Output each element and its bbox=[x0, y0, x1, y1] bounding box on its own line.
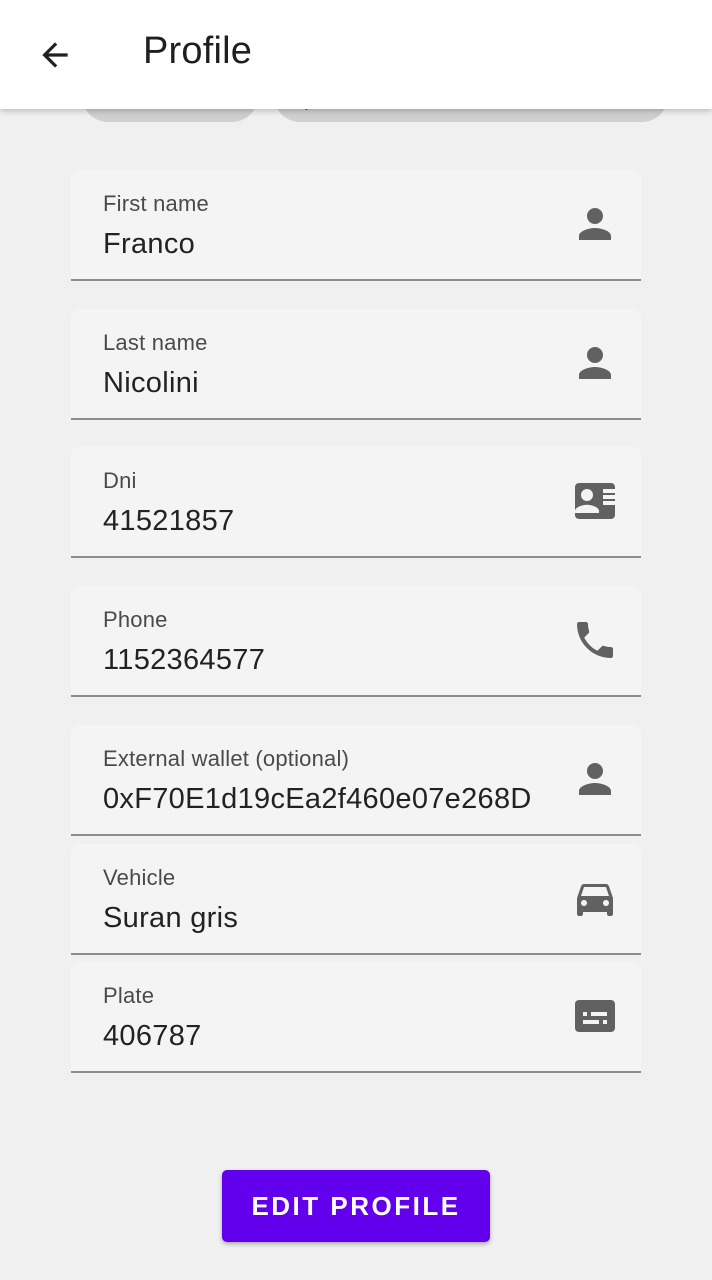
dni-value[interactable]: 41521857 bbox=[103, 505, 547, 538]
first-name-field[interactable]: First name Franco bbox=[71, 170, 641, 281]
person-icon bbox=[571, 339, 619, 387]
plate-label: Plate bbox=[103, 983, 155, 1008]
last-name-value[interactable]: Nicolini bbox=[103, 367, 547, 400]
last-name-field[interactable]: Last name Nicolini bbox=[71, 309, 641, 420]
back-button[interactable] bbox=[22, 22, 88, 88]
last-name-label: Last name bbox=[103, 330, 208, 355]
car-icon bbox=[571, 874, 619, 922]
dni-label: Dni bbox=[103, 468, 137, 493]
first-name-label: First name bbox=[103, 191, 209, 216]
page-title: Profile bbox=[143, 30, 253, 72]
vehicle-field[interactable]: Vehicle Suran gris bbox=[71, 844, 641, 955]
phone-field[interactable]: Phone 1152364577 bbox=[71, 586, 641, 697]
first-name-value[interactable]: Franco bbox=[103, 228, 547, 261]
phone-label: Phone bbox=[103, 607, 168, 632]
person-icon bbox=[571, 200, 619, 248]
plate-value[interactable]: 406787 bbox=[103, 1020, 547, 1053]
arrow-back-icon bbox=[42, 42, 68, 68]
app-bar: Profile bbox=[0, 0, 712, 109]
vehicle-label: Vehicle bbox=[103, 865, 176, 890]
dni-field[interactable]: Dni 41521857 bbox=[71, 447, 641, 558]
external-wallet-label: External wallet (optional) bbox=[103, 746, 350, 771]
plate-card-icon bbox=[571, 992, 619, 1040]
person-icon bbox=[571, 755, 619, 803]
id-card-icon bbox=[571, 477, 619, 525]
external-wallet-value[interactable]: 0xF70E1d19cEa2f460e07e268D bbox=[103, 783, 547, 816]
external-wallet-field[interactable]: External wallet (optional) 0xF70E1d19cEa… bbox=[71, 725, 641, 836]
phone-value[interactable]: 1152364577 bbox=[103, 644, 547, 677]
phone-icon bbox=[571, 616, 619, 664]
plate-field[interactable]: Plate 406787 bbox=[71, 962, 641, 1073]
edit-profile-button[interactable]: EDIT PROFILE bbox=[222, 1170, 490, 1242]
vehicle-value[interactable]: Suran gris bbox=[103, 902, 547, 935]
profile-screen: ( Profile First name Franco Last name Ni… bbox=[0, 0, 712, 1280]
